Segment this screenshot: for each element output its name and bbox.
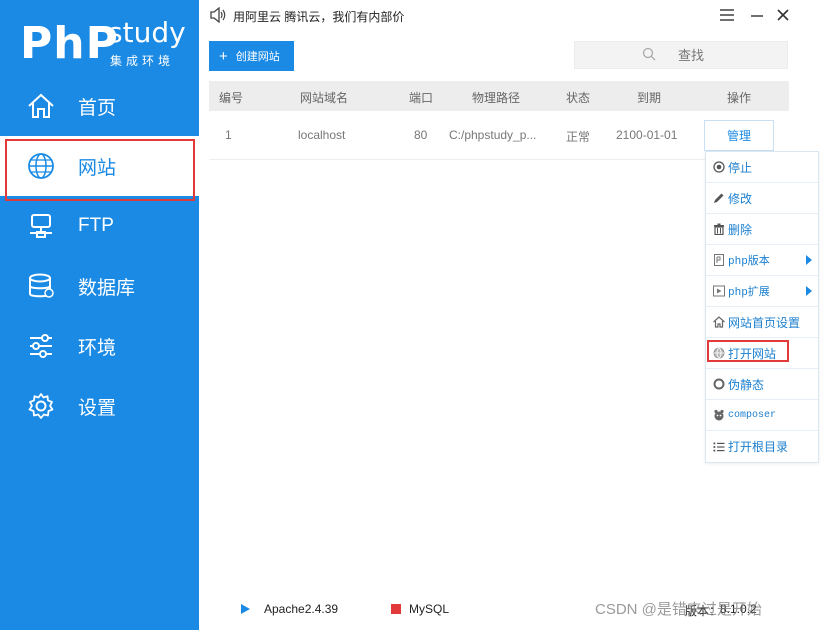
- submenu-arrow-icon: [806, 286, 812, 296]
- create-website-button[interactable]: + 创建网站: [209, 41, 294, 71]
- stop-circle-icon: [712, 160, 726, 174]
- sidebar: PhP study 集成环境 首页 网站 FTP 数据库 环境 设置: [0, 0, 199, 630]
- menu-item-label: 删除: [728, 222, 753, 237]
- column-header: 端口: [409, 91, 434, 105]
- sliders-icon: [26, 331, 56, 361]
- logo-brand: PhP: [20, 18, 119, 69]
- sidebar-item-environment[interactable]: 环境: [0, 316, 199, 376]
- sidebar-nav: 首页 网站 FTP 数据库 环境 设置: [0, 76, 199, 436]
- table-row[interactable]: 1 localhost 80 C:/phpstudy_p... 正常 2100-…: [209, 111, 789, 160]
- refresh-icon: [712, 377, 726, 391]
- menu-item-stop[interactable]: 停止: [706, 152, 818, 183]
- column-header: 操作: [727, 91, 752, 105]
- row-path: C:/phpstudy_p...: [449, 128, 537, 142]
- sidebar-item-label: FTP: [78, 215, 114, 236]
- row-port: 80: [414, 128, 428, 142]
- title-bar: 用阿里云 腾讯云，我们有内部价: [199, 0, 822, 32]
- apache-service-label[interactable]: Apache2.4.39: [264, 602, 338, 616]
- promo-notice[interactable]: 用阿里云 腾讯云，我们有内部价: [233, 8, 404, 25]
- app-logo: PhP study 集成环境: [20, 16, 190, 72]
- list-icon: [712, 440, 726, 454]
- menu-item-open-website[interactable]: 打开网站: [706, 338, 818, 369]
- trash-icon: [712, 222, 726, 236]
- ftp-icon: [26, 211, 56, 241]
- column-header: 到期: [637, 91, 662, 105]
- status-bar: Apache2.4.39 MySQL 版本： 8.1.0.2 CSDN @是错来…: [199, 596, 822, 622]
- menu-item-rewrite[interactable]: 伪静态: [706, 369, 818, 400]
- menu-item-delete[interactable]: 删除: [706, 214, 818, 245]
- menu-item-php-extension[interactable]: php扩展: [706, 276, 818, 307]
- sidebar-item-website[interactable]: 网站: [0, 136, 199, 201]
- menu-item-label: php版本: [728, 256, 770, 268]
- search-icon: [642, 47, 656, 66]
- menu-item-label: php扩展: [728, 287, 770, 299]
- row-id: 1: [225, 128, 232, 142]
- menu-item-label: 打开根目录: [728, 440, 789, 454]
- website-table: 编号 网站域名 端口 物理路径 状态 到期 操作 1 localhost 80 …: [209, 81, 789, 160]
- stop-square-icon[interactable]: [391, 604, 401, 614]
- row-domain: localhost: [298, 128, 346, 142]
- database-icon: [26, 271, 56, 301]
- highlight-box: [5, 139, 195, 201]
- sidebar-item-label: 设置: [78, 397, 117, 419]
- highlight-box: [707, 340, 789, 362]
- menu-item-composer[interactable]: composer: [706, 400, 818, 431]
- logo-subtitle: 集成环境: [110, 54, 175, 68]
- column-header: 物理路径: [472, 91, 521, 105]
- manage-button[interactable]: 管理: [704, 120, 774, 151]
- minimize-icon[interactable]: [747, 5, 767, 25]
- composer-icon: [712, 408, 726, 422]
- search-box: [574, 41, 788, 69]
- menu-item-edit[interactable]: 修改: [706, 183, 818, 214]
- sidebar-item-settings[interactable]: 设置: [0, 376, 199, 436]
- mysql-service-label[interactable]: MySQL: [409, 602, 449, 616]
- create-website-label: 创建网站: [235, 51, 280, 63]
- gear-icon: [26, 391, 56, 421]
- php-ext-icon: [712, 284, 726, 298]
- phpstudy-window: PhP study 集成环境 首页 网站 FTP 数据库 环境 设置 用阿里云 …: [0, 0, 822, 630]
- menu-item-php-version[interactable]: php版本: [706, 245, 818, 276]
- logo-product: study: [108, 16, 186, 49]
- menu-item-label: 停止: [728, 160, 753, 175]
- sidebar-item-label: 数据库: [78, 277, 136, 299]
- plus-icon: +: [219, 47, 228, 65]
- table-header: 编号 网站域名 端口 物理路径 状态 到期 操作: [209, 81, 789, 111]
- row-expire: 2100-01-01: [616, 128, 678, 142]
- manage-dropdown-menu: 停止 修改 删除 php版本 php扩展 网站首页设置 打开网站 伪静态 com…: [705, 151, 819, 463]
- sidebar-item-database[interactable]: 数据库: [0, 256, 199, 316]
- menu-item-label: 修改: [728, 191, 753, 206]
- submenu-arrow-icon: [806, 255, 812, 265]
- speaker-icon: [209, 6, 227, 28]
- menu-item-homepage-settings[interactable]: 网站首页设置: [706, 307, 818, 338]
- watermark: CSDN @是错来过是开始: [595, 601, 762, 618]
- column-header: 网站域名: [300, 91, 349, 105]
- menu-icon[interactable]: [717, 5, 737, 25]
- column-header: 状态: [566, 91, 591, 105]
- menu-item-label: composer: [728, 409, 777, 421]
- home-icon: [26, 91, 56, 121]
- play-icon[interactable]: [241, 604, 250, 614]
- row-status: 正常: [566, 130, 591, 144]
- sidebar-item-home[interactable]: 首页: [0, 76, 199, 136]
- home-icon: [712, 315, 726, 329]
- close-icon[interactable]: [773, 5, 793, 25]
- menu-item-label: 伪静态: [728, 377, 765, 392]
- column-header: 编号: [219, 91, 244, 105]
- php-file-icon: [712, 253, 726, 267]
- pencil-icon: [712, 191, 726, 205]
- sidebar-item-ftp[interactable]: FTP: [0, 196, 199, 256]
- sidebar-item-label: 首页: [78, 97, 117, 119]
- menu-item-label: 网站首页设置: [728, 315, 801, 330]
- search-input[interactable]: [574, 41, 788, 69]
- sidebar-item-label: 环境: [78, 337, 117, 359]
- menu-item-open-root-dir[interactable]: 打开根目录: [706, 431, 818, 462]
